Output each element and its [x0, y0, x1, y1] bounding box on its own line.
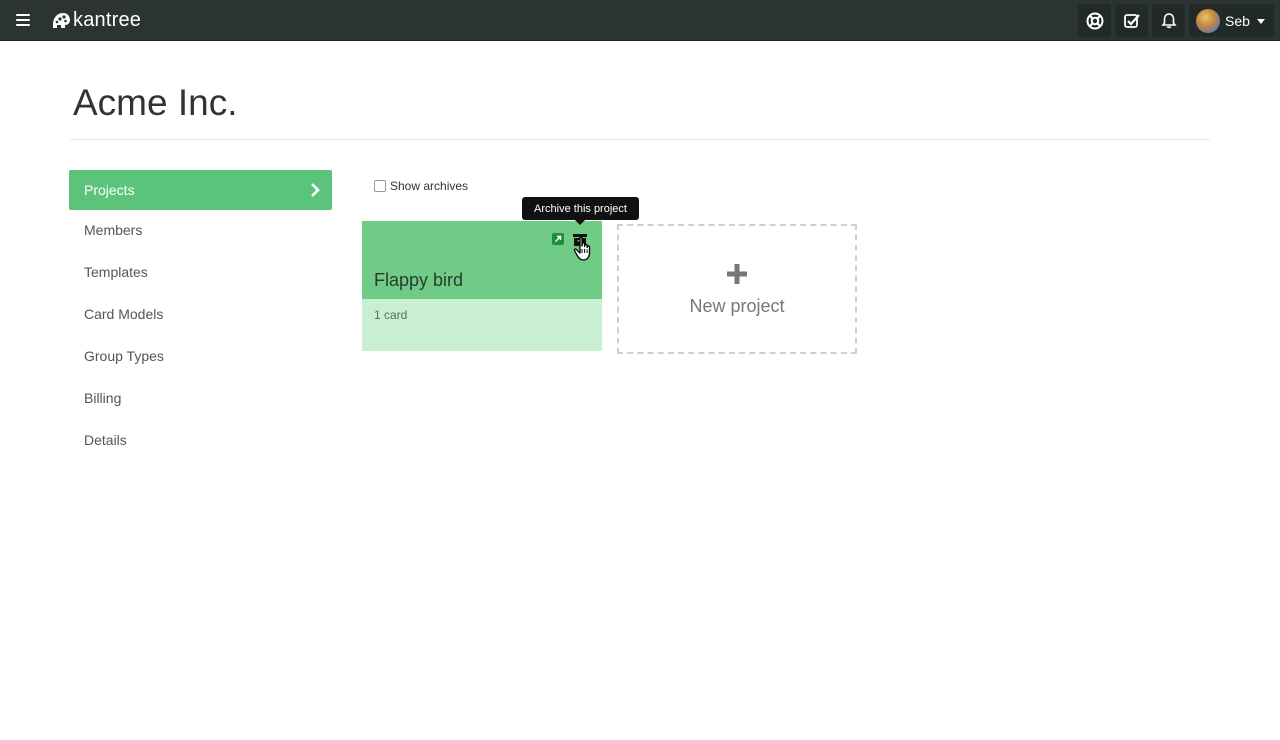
brand-logo[interactable]: kantree [50, 8, 141, 32]
new-project-label: New project [689, 296, 785, 316]
user-menu-button[interactable]: Seb [1189, 4, 1274, 37]
kantree-logo-icon [53, 13, 70, 28]
open-external-icon[interactable] [552, 233, 564, 245]
sidebar-item-billing[interactable]: Billing [69, 378, 332, 420]
top-navbar: kantree Seb [0, 0, 1280, 41]
hand-pointer-cursor-icon [573, 236, 591, 261]
project-card[interactable]: Flappy bird 1 card [362, 221, 602, 351]
sidebar-item-label: Projects [84, 182, 135, 198]
title-divider [70, 139, 1210, 140]
sidebar-item-templates[interactable]: Templates [69, 252, 332, 294]
sidebar-item-label: Group Types [84, 348, 164, 364]
user-name: Seb [1225, 12, 1250, 29]
avatar [1196, 8, 1220, 33]
sidebar-item-label: Members [84, 222, 143, 238]
plus-icon [727, 264, 747, 284]
page-title: Acme Inc. [73, 82, 238, 123]
sidebar-item-details[interactable]: Details [69, 420, 332, 462]
new-project-button[interactable]: New project [617, 224, 857, 354]
sidebar-item-projects[interactable]: Projects [69, 170, 332, 210]
menu-hamburger-icon[interactable] [12, 11, 34, 29]
sidebar-item-label: Templates [84, 264, 148, 280]
show-archives-checkbox[interactable] [374, 180, 386, 192]
help-button[interactable] [1078, 4, 1111, 37]
sidebar-item-card-models[interactable]: Card Models [69, 294, 332, 336]
archive-tooltip: Archive this project [522, 197, 639, 220]
sidebar-item-members[interactable]: Members [69, 210, 332, 252]
lifebuoy-icon [1086, 12, 1103, 29]
project-title: Flappy bird [374, 270, 464, 290]
tasks-button[interactable] [1115, 4, 1148, 37]
caret-down-icon [1256, 19, 1265, 24]
sidebar-item-label: Card Models [84, 306, 164, 322]
checkbox-check-icon [1123, 13, 1140, 28]
notifications-button[interactable] [1152, 4, 1185, 37]
sidebar-item-label: Details [84, 432, 127, 448]
show-archives-toggle[interactable]: Show archives [374, 179, 468, 193]
project-card-count: 1 card [374, 308, 408, 322]
sidebar-nav: Projects Members Templates Card Models G… [69, 170, 332, 462]
show-archives-label: Show archives [390, 179, 469, 193]
sidebar-item-group-types[interactable]: Group Types [69, 336, 332, 378]
sidebar-item-label: Billing [84, 390, 122, 406]
project-card-body [362, 299, 602, 351]
chevron-right-icon [311, 183, 320, 197]
bell-icon [1160, 12, 1177, 28]
brand-name: kantree [73, 8, 142, 31]
tooltip-arrow [575, 220, 585, 225]
